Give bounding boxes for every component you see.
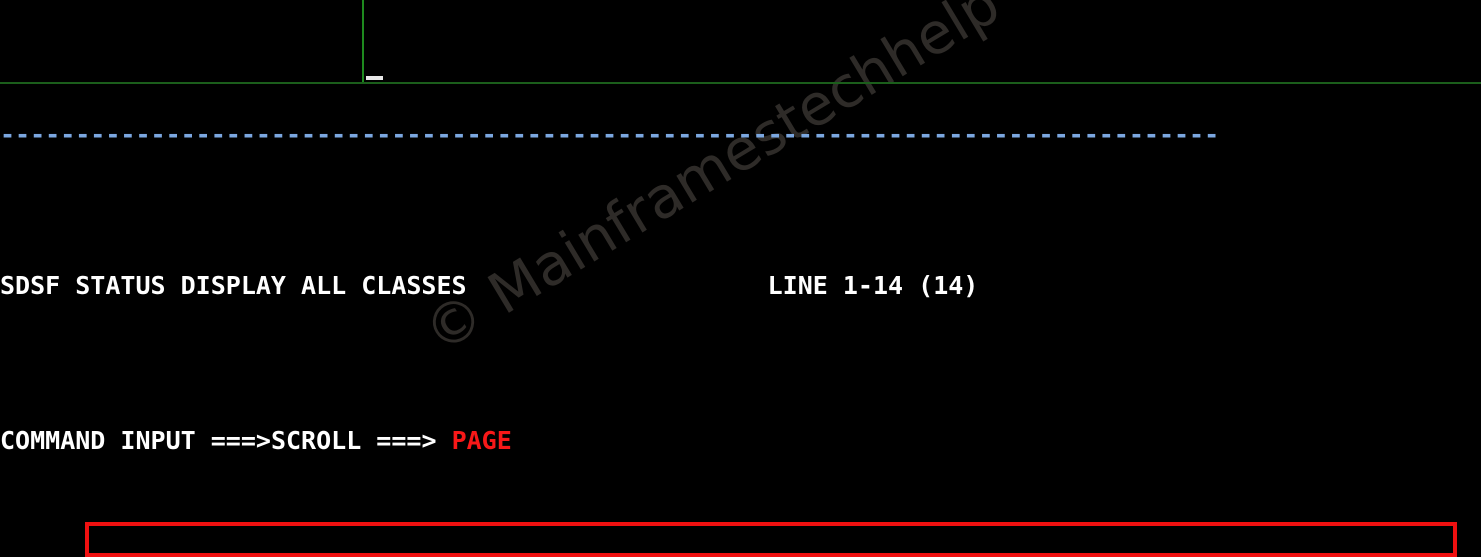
scroll-label: SCROLL ===> [270, 426, 437, 455]
top-dashed-rule: ----------------------------------------… [0, 122, 1481, 147]
sdsf-terminal-screen: © Mainframestechhelp -------------------… [0, 0, 1481, 557]
title-gap [467, 271, 768, 300]
scroll-value[interactable]: PAGE [452, 426, 512, 455]
command-input-row[interactable]: COMMAND INPUT ===>SCROLL ===> PAGE [0, 425, 1481, 456]
field-separator-horizontal-line [0, 82, 1481, 84]
panel-title-row: SDSF STATUS DISPLAY ALL CLASSES LINE 1-1… [0, 270, 1481, 301]
command-input-label: COMMAND INPUT ===> [0, 426, 271, 455]
scroll-gap [437, 426, 452, 455]
line-indicator: LINE 1-14 (14) [767, 271, 979, 300]
command-input-cursor[interactable] [366, 76, 383, 80]
panel-title: SDSF STATUS DISPLAY ALL CLASSES [0, 271, 467, 300]
field-separator-vertical-line [362, 0, 364, 84]
dashes-text: ----------------------------------------… [0, 120, 1220, 149]
